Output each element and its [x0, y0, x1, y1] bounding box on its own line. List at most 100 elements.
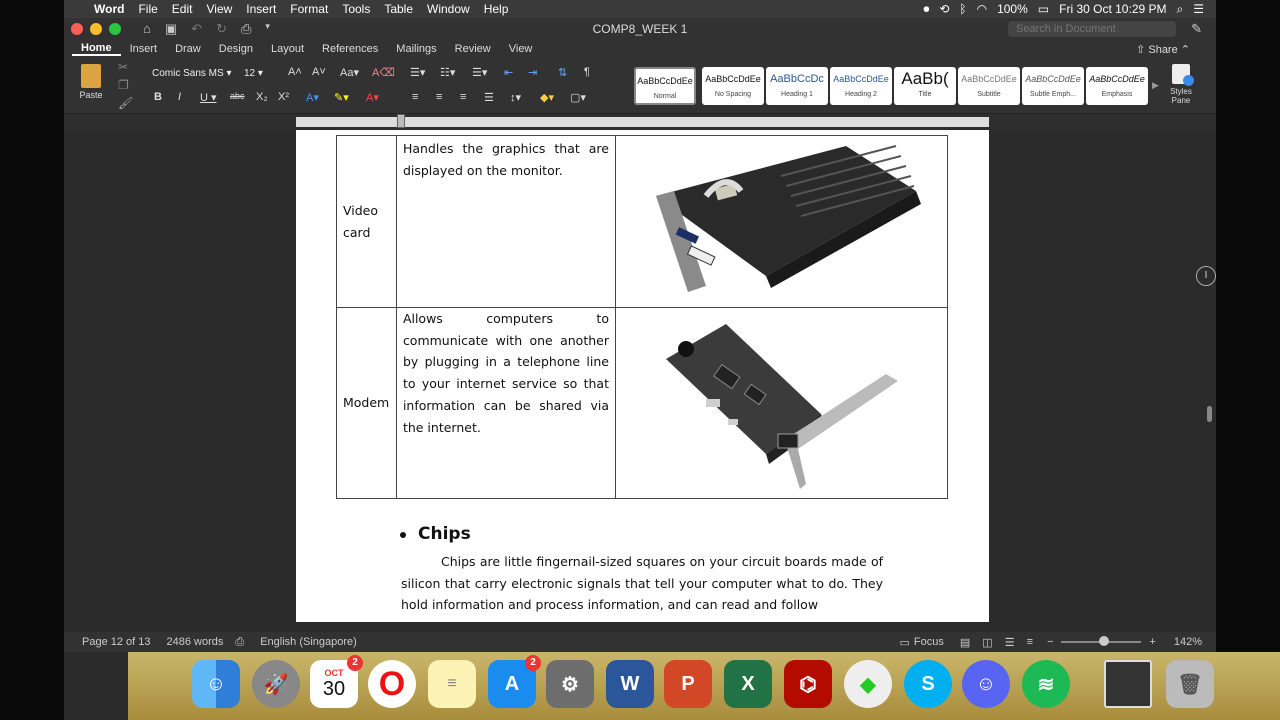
horizontal-ruler[interactable]	[64, 114, 1216, 130]
zoom-level[interactable]: 142%	[1174, 636, 1202, 648]
style-title[interactable]: AaBb(Title	[894, 67, 956, 105]
table-cell[interactable]	[614, 135, 949, 308]
time-machine-icon[interactable]: ⟲	[939, 2, 949, 16]
menu-tools[interactable]: Tools	[342, 2, 370, 16]
web-layout-icon[interactable]: ◫	[982, 636, 992, 649]
clear-formatting-icon[interactable]: A⌫	[372, 66, 395, 79]
menu-view[interactable]: View	[206, 2, 232, 16]
acrobat-icon[interactable]: ⌬	[784, 660, 832, 708]
powerpoint-icon[interactable]: P	[664, 660, 712, 708]
finder-icon[interactable]: ☺	[192, 660, 240, 708]
font-size-select[interactable]: 12 ▾	[240, 66, 284, 82]
change-case-icon[interactable]: Aa▾	[340, 66, 359, 79]
font-name-select[interactable]: Comic Sans MS ▾	[148, 66, 238, 82]
bluetooth-icon[interactable]: ᛒ	[959, 2, 966, 16]
menu-window[interactable]: Window	[427, 2, 470, 16]
paste-button[interactable]: Paste	[76, 62, 106, 100]
focus-icon[interactable]: ▭	[900, 636, 910, 649]
tab-layout[interactable]: Layout	[262, 43, 313, 55]
draft-icon[interactable]: ≡	[1027, 636, 1033, 648]
sort-icon[interactable]: ⇅	[558, 66, 567, 79]
print-layout-icon[interactable]: ▤	[960, 636, 970, 649]
shrink-font-icon[interactable]: A˅	[312, 66, 326, 78]
language-label[interactable]: English (Singapore)	[260, 636, 357, 648]
proofing-icon[interactable]: ⎙	[235, 636, 244, 649]
superscript-button[interactable]: X²	[278, 91, 289, 103]
word-count[interactable]: 2486 words	[167, 636, 224, 648]
control-center-icon[interactable]: ☰	[1193, 2, 1204, 16]
strikethrough-button[interactable]: abc	[230, 91, 245, 101]
menu-insert[interactable]: Insert	[246, 2, 276, 16]
spotlight-icon[interactable]: ⌕	[1177, 2, 1184, 17]
shading-icon[interactable]: ◆▾	[540, 91, 554, 104]
trash-icon[interactable]: 🗑	[1166, 660, 1214, 708]
tab-references[interactable]: References	[313, 43, 387, 55]
align-center-icon[interactable]: ≡	[436, 91, 442, 103]
highlight-color-icon[interactable]: ✎▾	[334, 91, 349, 104]
launchpad-icon[interactable]: 🚀	[252, 660, 300, 708]
calendar-icon[interactable]: OCT 30 2	[310, 655, 363, 708]
bullets-icon[interactable]: ☰▾	[410, 66, 425, 79]
system-preferences-icon[interactable]: ⚙	[546, 660, 594, 708]
line-spacing-icon[interactable]: ↕▾	[510, 91, 521, 104]
numbering-icon[interactable]: ☷▾	[440, 66, 455, 79]
opera-icon[interactable]: O	[368, 660, 416, 708]
save-icon[interactable]: ▣	[165, 21, 177, 37]
justify-icon[interactable]: ☰	[484, 91, 494, 104]
italic-button[interactable]: I	[178, 91, 181, 103]
spotify-icon[interactable]: ≋	[1022, 660, 1070, 708]
menu-app-word[interactable]: Word	[94, 2, 124, 16]
show-formatting-icon[interactable]: ¶	[584, 66, 590, 78]
tab-view[interactable]: View	[500, 43, 542, 55]
style-emphasis[interactable]: AaBbCcDdEe Emphasis	[1086, 67, 1148, 105]
minimize-window-button[interactable]	[90, 23, 102, 35]
document-page[interactable]: Video card Handles the graphics that are…	[296, 130, 989, 622]
home-icon[interactable]: ⌂	[143, 21, 151, 37]
style-heading-2[interactable]: AaBbCcDdEe Heading 2	[830, 67, 892, 105]
search-in-document-input[interactable]	[1008, 21, 1176, 37]
tab-insert[interactable]: Insert	[121, 43, 167, 55]
focus-label[interactable]: Focus	[914, 636, 944, 648]
align-right-icon[interactable]: ≡	[460, 91, 466, 103]
record-icon[interactable]: ⏺	[923, 2, 929, 17]
sims-icon[interactable]: ◆	[844, 660, 892, 708]
app-store-icon[interactable]: A2	[488, 655, 541, 708]
tab-home[interactable]: Home	[72, 42, 121, 56]
table-cell[interactable]: Allows computers to communicate with one…	[395, 307, 616, 499]
skype-icon[interactable]: S	[904, 660, 952, 708]
close-window-button[interactable]	[71, 23, 83, 35]
borders-icon[interactable]: ▢▾	[570, 91, 586, 104]
multilevel-list-icon[interactable]: ☰▾	[472, 66, 487, 79]
menu-table[interactable]: Table	[384, 2, 413, 16]
zoom-in-icon[interactable]: +	[1149, 636, 1155, 648]
chips-paragraph[interactable]: Chips are little fingernail-sized square…	[401, 551, 883, 616]
style-heading-1[interactable]: AaBbCcDc Heading 1	[766, 67, 828, 105]
page-count[interactable]: Page 12 of 13	[82, 636, 151, 648]
style-subtle-emphasis[interactable]: AaBbCcDdEe Subtle Emph...	[1022, 67, 1084, 105]
tab-draw[interactable]: Draw	[166, 43, 210, 55]
zoom-out-icon[interactable]: −	[1047, 636, 1053, 648]
grow-font-icon[interactable]: A˄	[288, 66, 302, 78]
table-cell[interactable]: Video card	[336, 135, 397, 308]
decrease-indent-icon[interactable]: ⇤	[504, 66, 513, 79]
user-icon[interactable]: ✎	[1191, 21, 1202, 37]
excel-icon[interactable]: X	[724, 660, 772, 708]
table-cell[interactable]: Handles the graphics that are displayed …	[395, 135, 616, 308]
share-button[interactable]: ⇧ Share ⌃	[1136, 43, 1190, 56]
notes-icon[interactable]: ≡	[428, 660, 476, 708]
vertical-scrollbar-thumb[interactable]	[1207, 406, 1212, 422]
menu-edit[interactable]: Edit	[172, 2, 193, 16]
table-cell[interactable]: Modem	[336, 307, 397, 499]
cut-icon[interactable]: ✂	[118, 60, 128, 74]
table-cell[interactable]	[614, 307, 949, 499]
tab-mailings[interactable]: Mailings	[387, 43, 445, 55]
battery-icon[interactable]: ▭	[1038, 2, 1049, 16]
style-normal[interactable]: AaBbCcDdEe Normal	[634, 67, 696, 105]
style-no-spacing[interactable]: AaBbCcDdEe No Spacing	[702, 67, 764, 105]
print-icon[interactable]: ⎙	[241, 21, 251, 37]
outline-icon[interactable]: ☰	[1005, 636, 1015, 649]
underline-button[interactable]: U ▾	[200, 91, 217, 104]
menu-format[interactable]: Format	[290, 2, 328, 16]
zoom-slider[interactable]	[1061, 636, 1142, 646]
tab-design[interactable]: Design	[210, 43, 262, 55]
